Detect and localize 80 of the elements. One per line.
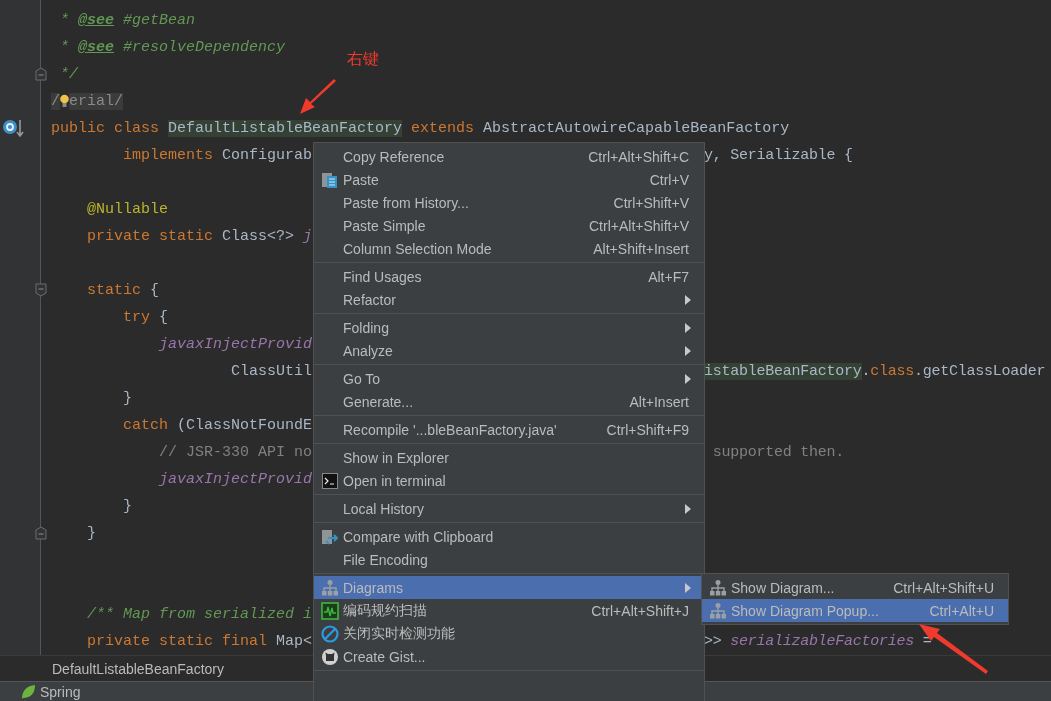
menu-item[interactable]: Generate... Alt+Insert — [314, 390, 704, 413]
menu-item[interactable]: Refactor — [314, 288, 704, 311]
code-text: } — [86, 524, 96, 544]
shortcut-label: Ctrl+Alt+Shift+J — [591, 602, 689, 619]
fold-marker-icon[interactable] — [35, 67, 47, 81]
code-text: private static final Map< — [86, 632, 312, 652]
menu-item[interactable]: File Encoding — [314, 548, 704, 571]
menu-item[interactable]: Create Gist... — [314, 645, 704, 668]
leaf-icon — [20, 683, 36, 700]
code-text: catch (ClassNotFoundE — [122, 416, 313, 436]
shortcut-label: Ctrl+Shift+F9 — [606, 421, 689, 438]
code-text: static { — [86, 281, 160, 301]
annotation-arrow — [919, 624, 988, 674]
terminal-icon — [321, 472, 338, 489]
code-text: public class DefaultListableBeanFactory extends AbstractAutowireCapableBeanFactory — [51, 119, 790, 139]
menu-item[interactable]: Paste Simple Ctrl+Alt+Shift+V — [314, 214, 704, 237]
code-text: ClassUtil — [230, 362, 312, 382]
code-text: implements Configurab — [122, 146, 312, 166]
code-text: erial/ — [69, 92, 124, 112]
submenu-arrow-icon — [684, 373, 692, 385]
shortcut-label: Alt+Shift+Insert — [593, 240, 689, 257]
compare-icon — [320, 527, 339, 546]
submenu-arrow-icon — [684, 582, 692, 594]
annotation-arrow — [300, 79, 336, 114]
menu-item[interactable]: Paste from History... Ctrl+Shift+V — [314, 191, 704, 214]
menu-item[interactable]: Find Usages Alt+F7 — [314, 265, 704, 288]
shortcut-label: Alt+F7 — [648, 268, 689, 285]
hierarchy-icon — [708, 601, 727, 620]
code-text: * @see #resolveDependency — [59, 38, 286, 58]
code-text: */ — [59, 65, 78, 85]
code-text: supported then. — [711, 443, 845, 463]
code-text: @Nullable — [86, 200, 169, 220]
fold-marker-icon[interactable] — [35, 526, 47, 540]
submenu-arrow-icon — [684, 294, 692, 306]
tool-window-button[interactable]: Spring — [16, 682, 85, 701]
shortcut-label: Ctrl+Shift+V — [613, 194, 689, 211]
code-text: try { — [122, 308, 169, 328]
hierarchy-icon — [320, 578, 339, 597]
menu-item[interactable]: Show Diagram... Ctrl+Alt+Shift+U — [702, 576, 1008, 599]
submenu-arrow-icon — [684, 322, 692, 334]
menu-item[interactable]: Compare with Clipboard — [314, 525, 704, 548]
menu-item[interactable]: Analyze — [314, 339, 704, 362]
shortcut-label: Ctrl+Alt+U — [929, 602, 994, 619]
menu-item[interactable]: Open in terminal — [314, 469, 704, 492]
menu-item[interactable]: Column Selection Mode Alt+Shift+Insert — [314, 237, 704, 260]
menu-item[interactable]: Copy Reference Ctrl+Alt+Shift+C — [314, 145, 704, 168]
code-text: / — [51, 92, 60, 112]
waveform-icon — [320, 601, 339, 620]
code-text: } — [122, 497, 132, 517]
menu-item[interactable]: Recompile '...bleBeanFactory.java' Ctrl+Shift+F9 — [314, 418, 704, 441]
hierarchy-icon — [708, 578, 727, 597]
shortcut-label: Ctrl+V — [649, 171, 689, 188]
shortcut-label: Ctrl+Alt+Shift+U — [893, 579, 994, 596]
submenu-arrow-icon — [684, 345, 692, 357]
menu-item[interactable]: Local History — [314, 497, 704, 520]
fold-marker-icon[interactable] — [35, 283, 47, 297]
menu-item[interactable]: Go To — [314, 367, 704, 390]
prohibited-icon — [320, 624, 339, 643]
code-text: javaxInjectProvid — [157, 470, 313, 490]
shortcut-label: Alt+Insert — [629, 393, 689, 410]
submenu-arrow-icon — [684, 503, 692, 515]
code-text: istableBeanFactory.class.getClassLoader — [704, 362, 1046, 382]
menu-item[interactable]: 关闭实时检测功能 — [314, 622, 704, 645]
clipboard-icon — [320, 170, 339, 189]
menu-item[interactable]: Show in Explorer — [314, 446, 704, 469]
breadcrumb-item[interactable]: DefaultListableBeanFactory — [52, 660, 224, 677]
shortcut-label: Ctrl+Alt+Shift+V — [589, 217, 689, 234]
shortcut-label: Ctrl+Alt+Shift+C — [588, 148, 689, 165]
code-text: private static Class<?> j — [86, 227, 313, 247]
menu-item[interactable]: 编码规约扫描 Ctrl+Alt+Shift+J — [314, 599, 704, 622]
override-marker-icon[interactable] — [2, 118, 24, 138]
annotation-label: 右键 — [347, 49, 379, 70]
menu-item[interactable]: Paste Ctrl+V — [314, 168, 704, 191]
code-text: } — [122, 389, 132, 409]
menu-item[interactable]: Folding — [314, 316, 704, 339]
code-text: /** Map from serialized i — [86, 605, 313, 625]
code-text: * @see #getBean — [59, 11, 196, 31]
code-text: javaxInjectProvid — [157, 335, 313, 355]
code-text: // JSR-330 API no — [158, 443, 312, 463]
code-text: y, Serializable { — [704, 146, 853, 166]
